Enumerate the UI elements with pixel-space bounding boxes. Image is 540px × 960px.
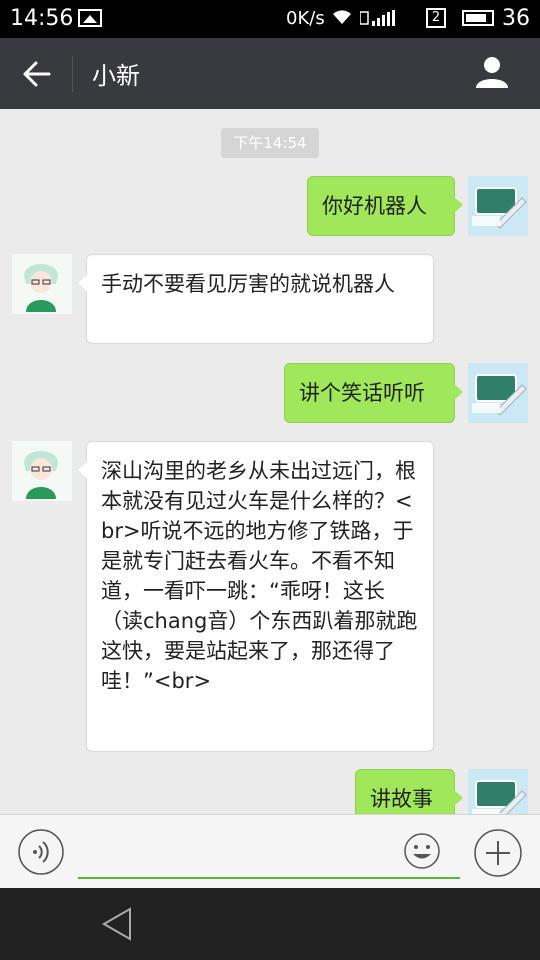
bot-avatar[interactable] xyxy=(12,254,72,314)
page-title: 小新 xyxy=(92,62,140,90)
status-time: 14:56 xyxy=(10,6,74,31)
self-avatar[interactable] xyxy=(468,176,528,236)
self-avatar[interactable] xyxy=(468,363,528,423)
chat-header: 小新 xyxy=(0,38,540,109)
triangle-back-icon[interactable] xyxy=(100,906,134,942)
status-bar: 14:56 0K/s 2 36 xyxy=(0,0,540,38)
self-avatar[interactable] xyxy=(468,769,528,814)
system-nav-bar xyxy=(0,888,540,960)
message-timestamp: 下午14:54 xyxy=(221,128,319,158)
plus-icon[interactable] xyxy=(474,829,522,877)
message-bubble-outgoing[interactable]: 你好机器人 xyxy=(307,176,463,236)
message-bubble-outgoing[interactable]: 讲个笑话听听 xyxy=(284,363,463,423)
message-input-bar xyxy=(0,814,540,888)
bot-avatar[interactable] xyxy=(12,441,72,501)
image-notification-icon xyxy=(78,9,102,27)
network-speed: 0K/s xyxy=(286,8,325,29)
header-divider xyxy=(72,56,73,92)
battery-level: 36 xyxy=(502,6,530,31)
signal-icon xyxy=(359,10,418,32)
arrow-left-icon[interactable] xyxy=(22,56,52,92)
chat-message-list[interactable]: 下午14:54 你好机器人 手动不要看见厉害的就说机器人 讲个笑话听听 深山沟里… xyxy=(0,109,540,814)
message-bubble-incoming[interactable]: 深山沟里的老乡从未出过远门，根本就没有见过火车是什么样的？<br>听说不远的地方… xyxy=(78,441,434,752)
sim-slot-badge: 2 xyxy=(426,8,446,28)
smiley-icon[interactable] xyxy=(403,832,441,870)
message-bubble-incoming[interactable]: 手动不要看见厉害的就说机器人 xyxy=(78,254,434,344)
wifi-icon xyxy=(330,6,354,31)
person-icon[interactable] xyxy=(474,54,510,90)
voice-icon[interactable] xyxy=(18,829,64,875)
battery-icon xyxy=(462,10,494,26)
message-bubble-outgoing[interactable]: 讲故事 xyxy=(355,769,463,814)
